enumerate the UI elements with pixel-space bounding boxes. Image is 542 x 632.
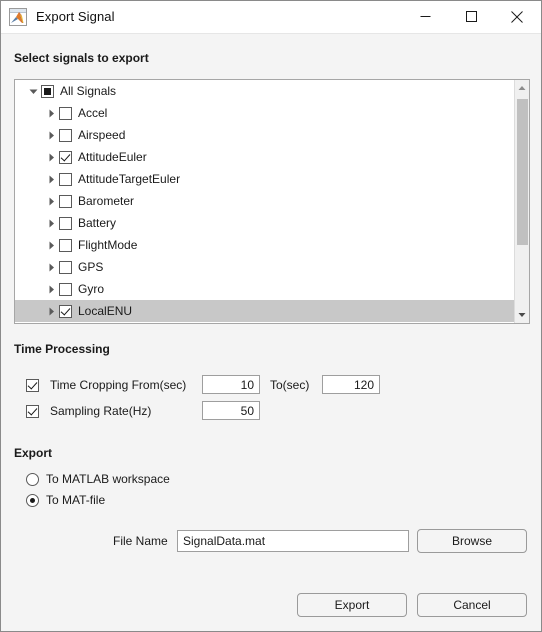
signal-checkbox[interactable] — [59, 194, 72, 208]
export-to-workspace-option[interactable]: To MATLAB workspace — [26, 471, 170, 487]
chevron-right-icon[interactable] — [43, 256, 59, 278]
signal-checkbox[interactable] — [59, 150, 72, 164]
signal-checkbox[interactable] — [59, 128, 72, 142]
close-icon — [511, 10, 523, 23]
chevron-right-icon[interactable] — [43, 124, 59, 146]
export-signal-dialog: Export Signal Select signals to export A… — [0, 0, 542, 632]
export-to-matfile-radio[interactable] — [26, 493, 39, 507]
signal-checkbox[interactable] — [41, 84, 54, 98]
browse-button[interactable]: Browse — [417, 529, 527, 553]
chevron-right-icon[interactable] — [43, 190, 59, 212]
time-crop-from-input[interactable] — [202, 375, 260, 394]
signal-tree-row[interactable]: AttitudeTargetEuler — [15, 168, 515, 190]
scroll-down-icon[interactable] — [515, 307, 529, 323]
signal-checkbox[interactable] — [59, 260, 72, 274]
signal-checkbox[interactable] — [59, 282, 72, 296]
sampling-rate-label: Sampling Rate(Hz) — [50, 404, 152, 418]
export-to-workspace-radio[interactable] — [26, 472, 39, 486]
signal-tree-row[interactable]: AttitudeEuler — [15, 146, 515, 168]
scrollbar-thumb[interactable] — [517, 99, 528, 245]
signal-name-label: Barometer — [78, 194, 135, 208]
chevron-right-icon[interactable] — [43, 278, 59, 300]
time-cropping-checkbox[interactable] — [26, 378, 39, 392]
maximize-button[interactable] — [448, 1, 494, 32]
signal-checkbox[interactable] — [59, 304, 72, 318]
time-cropping-row[interactable]: Time Cropping From(sec) — [26, 377, 186, 393]
file-name-input[interactable] — [177, 530, 409, 552]
signal-name-label: Gyro — [78, 282, 105, 296]
signal-name-label: All Signals — [60, 84, 117, 98]
chevron-right-icon[interactable] — [43, 234, 59, 256]
signal-name-label: FlightMode — [78, 238, 138, 252]
signal-tree-scrollbar[interactable] — [514, 80, 529, 323]
signal-checkbox[interactable] — [59, 172, 72, 186]
signal-name-label: AttitudeEuler — [78, 150, 147, 164]
signal-name-label: LocalENU — [78, 304, 133, 318]
sampling-rate-row[interactable]: Sampling Rate(Hz) — [26, 403, 151, 419]
chevron-right-icon[interactable] — [43, 102, 59, 124]
minimize-button[interactable] — [402, 1, 448, 32]
signal-name-label: Airspeed — [78, 128, 126, 142]
signal-tree-row[interactable]: Gyro — [15, 278, 515, 300]
signal-tree-row[interactable]: All Signals — [15, 80, 515, 102]
signal-tree-row[interactable]: Barometer — [15, 190, 515, 212]
minimize-icon — [420, 16, 430, 17]
signal-tree-row[interactable]: FlightMode — [15, 234, 515, 256]
signal-checkbox[interactable] — [59, 106, 72, 120]
signal-tree-row[interactable]: GPS — [15, 256, 515, 278]
chevron-right-icon[interactable] — [43, 146, 59, 168]
signal-tree-row[interactable]: Accel — [15, 102, 515, 124]
signal-tree-row[interactable]: Battery — [15, 212, 515, 234]
chevron-right-icon[interactable] — [43, 168, 59, 190]
signal-checkbox[interactable] — [59, 238, 72, 252]
signal-tree-panel: All Signals Accel Airspeed AttitudeEuler Att… — [14, 79, 530, 324]
sampling-rate-checkbox[interactable] — [26, 404, 39, 418]
export-to-matfile-label: To MAT-file — [46, 493, 106, 507]
chevron-down-icon[interactable] — [25, 80, 41, 102]
export-to-workspace-label: To MATLAB workspace — [46, 472, 170, 486]
window-title: Export Signal — [36, 9, 115, 24]
time-cropping-label: Time Cropping From(sec) — [50, 378, 187, 392]
signal-name-label: Battery — [78, 216, 117, 230]
signal-checkbox[interactable] — [59, 216, 72, 230]
time-crop-to-label: To(sec) — [270, 378, 310, 392]
export-to-matfile-option[interactable]: To MAT-file — [26, 492, 105, 508]
title-bar: Export Signal — [1, 1, 541, 34]
time-processing-heading: Time Processing — [14, 342, 110, 356]
chevron-right-icon[interactable] — [43, 300, 59, 322]
chevron-right-icon[interactable] — [43, 212, 59, 234]
scroll-up-icon[interactable] — [515, 80, 529, 96]
file-name-label: File Name — [113, 534, 168, 548]
maximize-icon — [465, 11, 477, 22]
signal-name-label: GPS — [78, 260, 104, 274]
matlab-membrane-icon — [9, 8, 27, 26]
cancel-button[interactable]: Cancel — [417, 593, 527, 617]
time-crop-to-input[interactable] — [322, 375, 380, 394]
signal-name-label: AttitudeTargetEuler — [78, 172, 181, 186]
signal-tree-list[interactable]: All Signals Accel Airspeed AttitudeEuler Att… — [15, 80, 515, 322]
close-button[interactable] — [494, 1, 540, 32]
export-button[interactable]: Export — [297, 593, 407, 617]
sampling-rate-input[interactable] — [202, 401, 260, 420]
signal-name-label: Accel — [78, 106, 108, 120]
signal-tree-row[interactable]: Airspeed — [15, 124, 515, 146]
select-signals-heading: Select signals to export — [14, 51, 149, 65]
signal-tree-row[interactable]: LocalENU — [15, 300, 515, 322]
export-heading: Export — [14, 446, 53, 460]
